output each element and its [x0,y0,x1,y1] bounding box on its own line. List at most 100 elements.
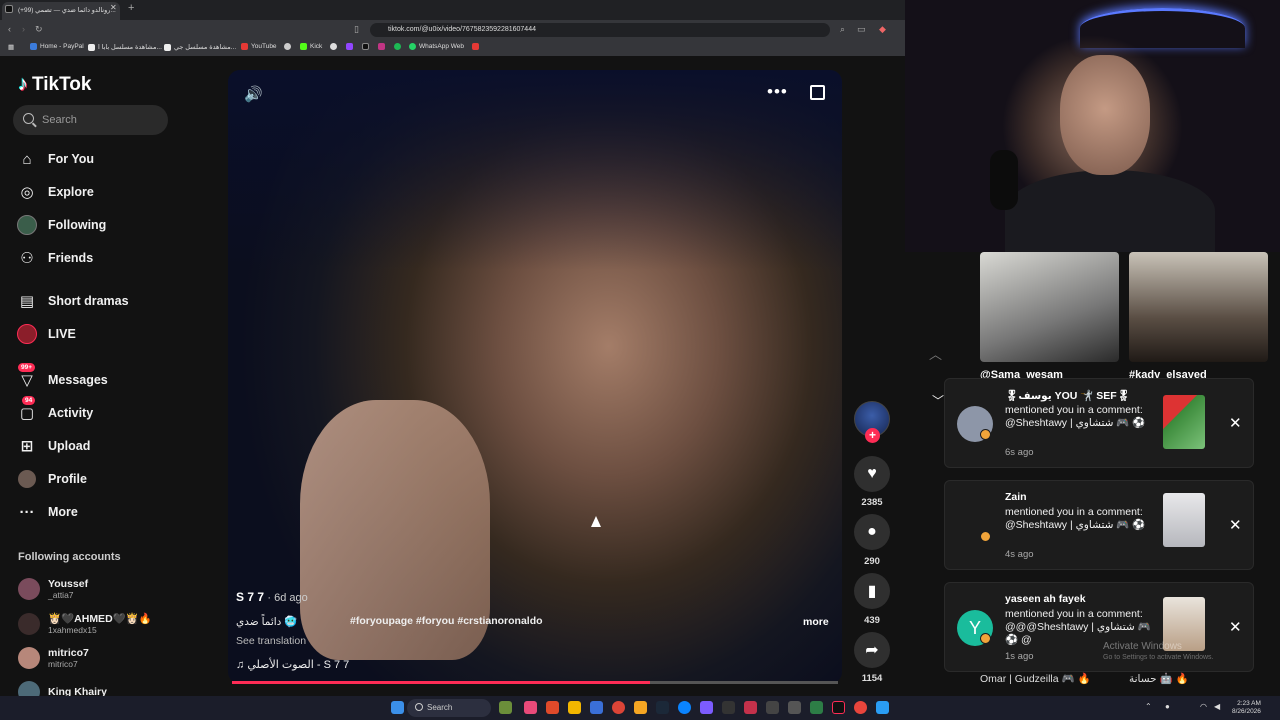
reload-icon[interactable]: ↻ [35,24,43,35]
notification-title: Zain [1005,491,1027,503]
more-options-icon[interactable]: ••• [767,82,788,102]
bookmark-icon[interactable]: ▯ [354,24,359,35]
chrome-icon[interactable] [612,701,625,714]
see-translation-link[interactable]: See translation [236,635,306,647]
bookmark-unnamed-1[interactable] [284,43,291,50]
close-icon[interactable]: ✕ [1229,516,1242,534]
chevron-up-icon[interactable]: ︿ [929,344,942,363]
back-arrow-icon[interactable]: ‹ [8,24,11,34]
like-button[interactable]: ♥ [854,456,890,492]
windows-start-icon[interactable] [391,701,404,714]
nav-friends[interactable]: ⚇ Friends [16,247,93,269]
bookmark-red[interactable] [472,43,479,50]
forward-arrow-icon[interactable]: › [22,24,25,34]
app-icon[interactable] [788,701,801,714]
video-hashtags[interactable]: #foryoupage #foryou #crstianoronaldo [350,615,543,627]
nav-messages[interactable]: ▽ 99+ Messages [16,363,108,391]
tray-chevron-icon[interactable]: ⌃ [1145,702,1152,711]
bookmark-kick[interactable]: Kick [300,43,322,50]
nav-for-you[interactable]: ⌂ For You [16,148,94,170]
steam-icon[interactable] [656,701,669,714]
nav-activity[interactable]: ▢ 94 Activity [16,396,93,424]
bookmark-twitch[interactable] [346,43,353,50]
notification-card[interactable]: 🎖يوسف YOU 🤺 SEF🎖 mentioned you in a comm… [944,378,1254,468]
notification-dot-icon [980,429,991,440]
bookmark-unnamed-2[interactable] [330,43,337,50]
microphone-icon[interactable]: ● [1165,702,1170,711]
discord-icon[interactable] [700,701,713,714]
video-thumbnail[interactable] [1129,252,1268,362]
live-icon [16,323,38,345]
bookmark-whatsapp[interactable]: WhatsApp Web [409,43,464,50]
avatar [18,578,40,600]
volume-icon[interactable]: 🔊 [244,85,263,103]
nav-following[interactable]: Following [16,214,106,236]
account-item[interactable]: Youssef _attia7 [18,578,88,600]
video-sound[interactable]: ♫ الصوت الأصلي - S 7 7 [236,658,349,671]
share-button[interactable]: ➦ [854,632,890,668]
home-icon: ⌂ [22,150,32,168]
video-author[interactable]: S 7 7 · 6d ago [236,590,308,604]
tiktok-logo[interactable]: ♪ TikTok [18,73,91,96]
profile-avatar-icon [16,468,38,490]
zoom-icon[interactable]: ⌕ [840,24,845,35]
webcam-person-face [1060,55,1150,175]
save-button[interactable]: ▮ [854,573,890,609]
app-icon[interactable] [722,701,735,714]
close-tab-icon[interactable]: ✕ [110,3,117,12]
notification-card[interactable]: Zain mentioned you in a comment: @Shesht… [944,480,1254,570]
edge-icon[interactable] [678,701,691,714]
cast-icon[interactable]: ▭ [857,24,866,35]
bookmark-youtube[interactable]: YouTube [241,43,277,50]
app-icon[interactable] [766,701,779,714]
brave-browser-icon[interactable] [546,701,559,714]
bookmark-series-1[interactable]: مشاهدة مسلسل بابا ا... [88,43,162,51]
close-icon[interactable]: ✕ [1229,618,1242,636]
bookmark-paypal[interactable]: Home - PayPal [30,43,84,50]
nav-short-dramas[interactable]: ▤ Short dramas [16,290,129,312]
follow-button[interactable]: + [865,428,880,443]
search-input[interactable]: Search [13,105,168,135]
account-item[interactable]: mitrico7 mitrico7 [18,647,89,669]
save-count: 439 [864,615,880,626]
video-thumbnail[interactable] [980,252,1119,362]
wifi-icon[interactable]: ◠ [1200,702,1207,711]
thumbnail-author[interactable]: Omar | Gudzeilla 🎮 🔥 [980,672,1091,685]
share-count: 1154 [861,673,883,684]
comment-button[interactable]: ● [854,514,890,550]
widgets-icon[interactable] [499,701,512,714]
chrome-icon[interactable] [854,701,867,714]
app-icon[interactable] [744,701,757,714]
nav-profile[interactable]: Profile [16,468,87,490]
speaker-icon[interactable]: ◀ [1214,702,1220,711]
url-input[interactable]: tiktok.com/@u0ix/video/76758235922816074… [370,23,830,37]
notification-body: mentioned you in a comment: @Sheshtawy |… [1005,506,1146,531]
tiktok-taskbar-icon[interactable] [832,701,845,714]
thumbnail-author[interactable]: حسانة 🤖 🔥 [1129,672,1189,685]
app-icon[interactable] [876,701,889,714]
taskbar-clock[interactable]: 2:23 AM 8/26/2026 [1232,700,1261,716]
description-more-button[interactable]: more [803,616,829,628]
webcam-person-body [1005,170,1215,252]
bookmark-instagram[interactable] [378,43,385,50]
account-item[interactable]: 👸🏻🖤AHMED🖤👸🏻🔥 1xahmedx15 [18,613,152,635]
close-icon[interactable]: ✕ [1229,414,1242,432]
bookmark-series-2[interactable]: مشاهدة مسلسل جي... [164,43,236,51]
app-icon[interactable] [524,701,537,714]
fullscreen-icon[interactable] [810,85,825,100]
extension-icon[interactable]: ◆ [879,24,886,35]
nav-live[interactable]: LIVE [16,323,76,345]
notification-time: 1s ago [1005,651,1034,662]
bookmark-spotify[interactable] [394,43,401,50]
store-icon[interactable] [590,701,603,714]
browser-tab[interactable]: (+99) رونالدو دائما ضدي — تصمي... [2,2,120,20]
file-explorer-icon[interactable] [568,701,581,714]
bookmark-tiktok[interactable] [362,43,369,50]
apps-grid-icon[interactable]: ▦ [8,43,14,51]
nav-more[interactable]: ··· More [16,501,78,523]
new-tab-button[interactable]: + [128,2,134,14]
app-icon[interactable] [810,701,823,714]
nav-explore[interactable]: ◎ Explore [16,181,93,203]
app-icon[interactable] [634,701,647,714]
nav-upload[interactable]: ⊞ Upload [16,435,91,457]
